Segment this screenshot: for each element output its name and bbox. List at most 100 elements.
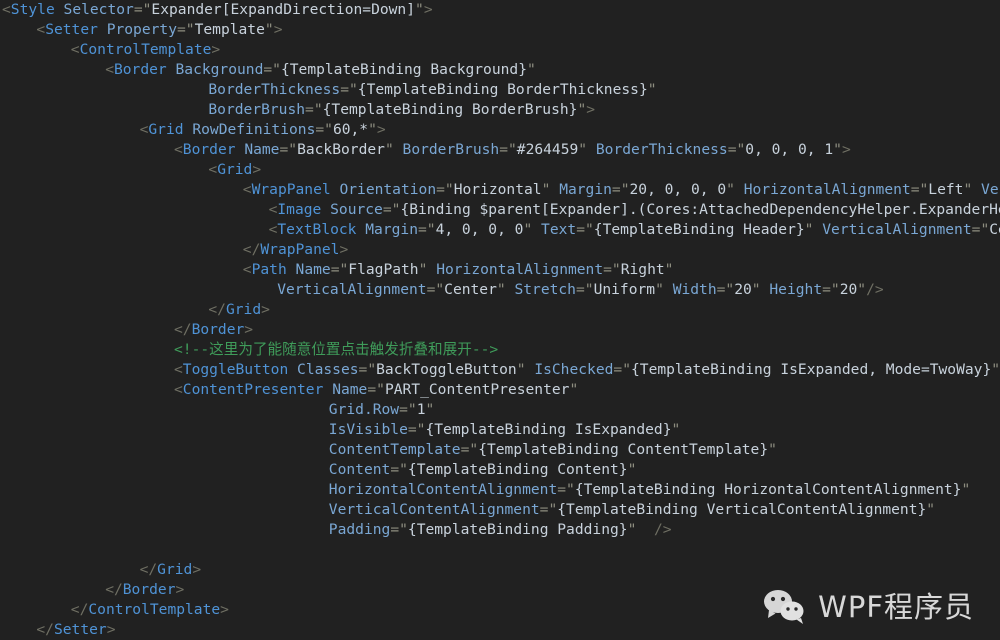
code-line: ContentTemplate="{TemplateBinding Conten… [0, 440, 1000, 460]
code-token-quote: " [185, 21, 195, 38]
code-token-punct: < [2, 1, 11, 18]
code-token-val: {TemplateBinding Header} [593, 221, 805, 238]
code-token-quote: " [313, 101, 323, 118]
code-token-tag: WrapPanel [260, 241, 340, 258]
code-token-val: 20, 0, 0, 0 [629, 181, 727, 198]
code-line: Padding="{TemplateBinding Padding}" /> [0, 520, 1000, 540]
code-token-punct: > [376, 121, 386, 138]
code-token-quote: " [469, 441, 479, 458]
code-token-attr: Name [332, 381, 368, 398]
code-token-val: {TemplateBinding BorderThickness} [357, 81, 648, 98]
code-token-quote: " [523, 221, 533, 238]
code-token-val: 20 [734, 281, 752, 298]
code-token-val: #264459 [516, 141, 579, 158]
code-token-quote: " [647, 81, 657, 98]
code-token-attr: Stretch [514, 281, 576, 298]
code-token-eq: = [557, 481, 567, 498]
code-token-quote: " [444, 181, 454, 198]
code-token-val: 20 [839, 281, 858, 298]
code-token-eq: = [177, 21, 186, 38]
code-token-quote: " [384, 141, 394, 158]
code-token-val: Template [194, 21, 265, 38]
code-token-quote: " [368, 121, 377, 138]
code-token-quote: " [264, 21, 274, 38]
code-token-punct: < [174, 361, 183, 378]
code-editor-surface[interactable]: <Style Selector="Expander[ExpandDirectio… [0, 0, 1000, 640]
code-token-val: {TemplateBinding Content} [407, 461, 628, 478]
code-token-punct: < [242, 261, 252, 278]
code-line: Grid.Row="1" [0, 400, 1000, 420]
code-token-val: Uniform [593, 281, 656, 298]
code-token-attr: Orientation [339, 181, 437, 198]
code-line: <Setter Property="Template"> [0, 20, 1000, 40]
code-token-eq: = [603, 261, 612, 278]
code-token-quote: " [496, 281, 506, 298]
code-token-punct: </ [70, 601, 89, 618]
code-token-punct: > [841, 141, 851, 158]
code-token-punct: > [192, 561, 202, 578]
code-token-quote: " [833, 141, 842, 158]
code-token-quote: " [622, 361, 631, 378]
code-token-eq: = [133, 1, 143, 18]
code-token-val: {TemplateBinding ContentTemplate} [478, 441, 769, 458]
code-line: BorderBrush="{TemplateBinding BorderBrus… [0, 100, 1000, 120]
code-token-tag: Grid [157, 561, 193, 578]
code-token-val: BackBorder [297, 141, 385, 158]
code-token-punct: </ [105, 581, 123, 598]
code-token-eq: = [436, 181, 445, 198]
code-token-quote: " [339, 261, 349, 278]
code-token-quote: " [963, 181, 973, 198]
code-token-quote: " [407, 401, 417, 418]
code-token-quote: " [507, 141, 517, 158]
code-line: <TextBlock Margin="4, 0, 0, 0" Text="{Te… [0, 220, 1000, 240]
code-token-attr: HorizontalContentAlignment [328, 481, 558, 498]
code-token-quote: " [425, 401, 435, 418]
code-token-quote: " [627, 461, 637, 478]
code-token-punct: > [106, 621, 116, 638]
code-token-attr: Height [769, 281, 823, 298]
code-token-quote: " [751, 281, 761, 298]
code-line: <!--这里为了能随意位置点击触发折叠和展开--> [0, 340, 1000, 360]
code-token-tag: Setter [53, 621, 107, 638]
code-token-quote: " [367, 361, 377, 378]
code-token-tag: Grid [225, 301, 262, 318]
code-token-attr: BorderThickness [595, 141, 728, 158]
code-token-val: {TemplateBinding IsExpanded} [425, 421, 672, 438]
code-token-val: 60,* [332, 121, 369, 138]
code-token-quote: " [399, 521, 408, 538]
code-line: <Grid RowDefinitions="60,*"> [0, 120, 1000, 140]
code-token-val: {TemplateBinding Background} [280, 61, 527, 78]
code-token-quote: " [578, 141, 588, 158]
code-token-attr: HorizontalAlignment [743, 181, 911, 198]
code-token-quote: " [376, 381, 385, 398]
code-token-attr: VerticalAlignment [277, 281, 427, 298]
code-line: BorderThickness="{TemplateBinding Border… [0, 80, 1000, 100]
code-line: <WrapPanel Orientation="Horizontal" Marg… [0, 180, 1000, 200]
code-token-punct: /> [653, 521, 672, 538]
code-token-quote: " [426, 221, 436, 238]
code-token-punct: < [174, 141, 183, 158]
code-token-attr: Margin [365, 221, 418, 238]
code-token-eq: = [315, 121, 325, 138]
code-token-quote: " [768, 441, 777, 458]
code-token-tag: Border [113, 61, 167, 78]
code-token-attr: Source [330, 201, 383, 218]
code-token-eq: = [382, 201, 392, 218]
code-token-attr: RowDefinitions [192, 121, 316, 138]
code-token-quote: " [611, 261, 621, 278]
code-token-tag: ToggleButton [182, 361, 289, 378]
code-token-tag: WrapPanel [251, 181, 331, 198]
code-token-attr: Property [106, 21, 177, 38]
code-token-quote: " [991, 361, 1000, 378]
code-token-attr: Grid.Row [328, 401, 400, 418]
code-token-val: BackToggleButton [376, 361, 517, 378]
